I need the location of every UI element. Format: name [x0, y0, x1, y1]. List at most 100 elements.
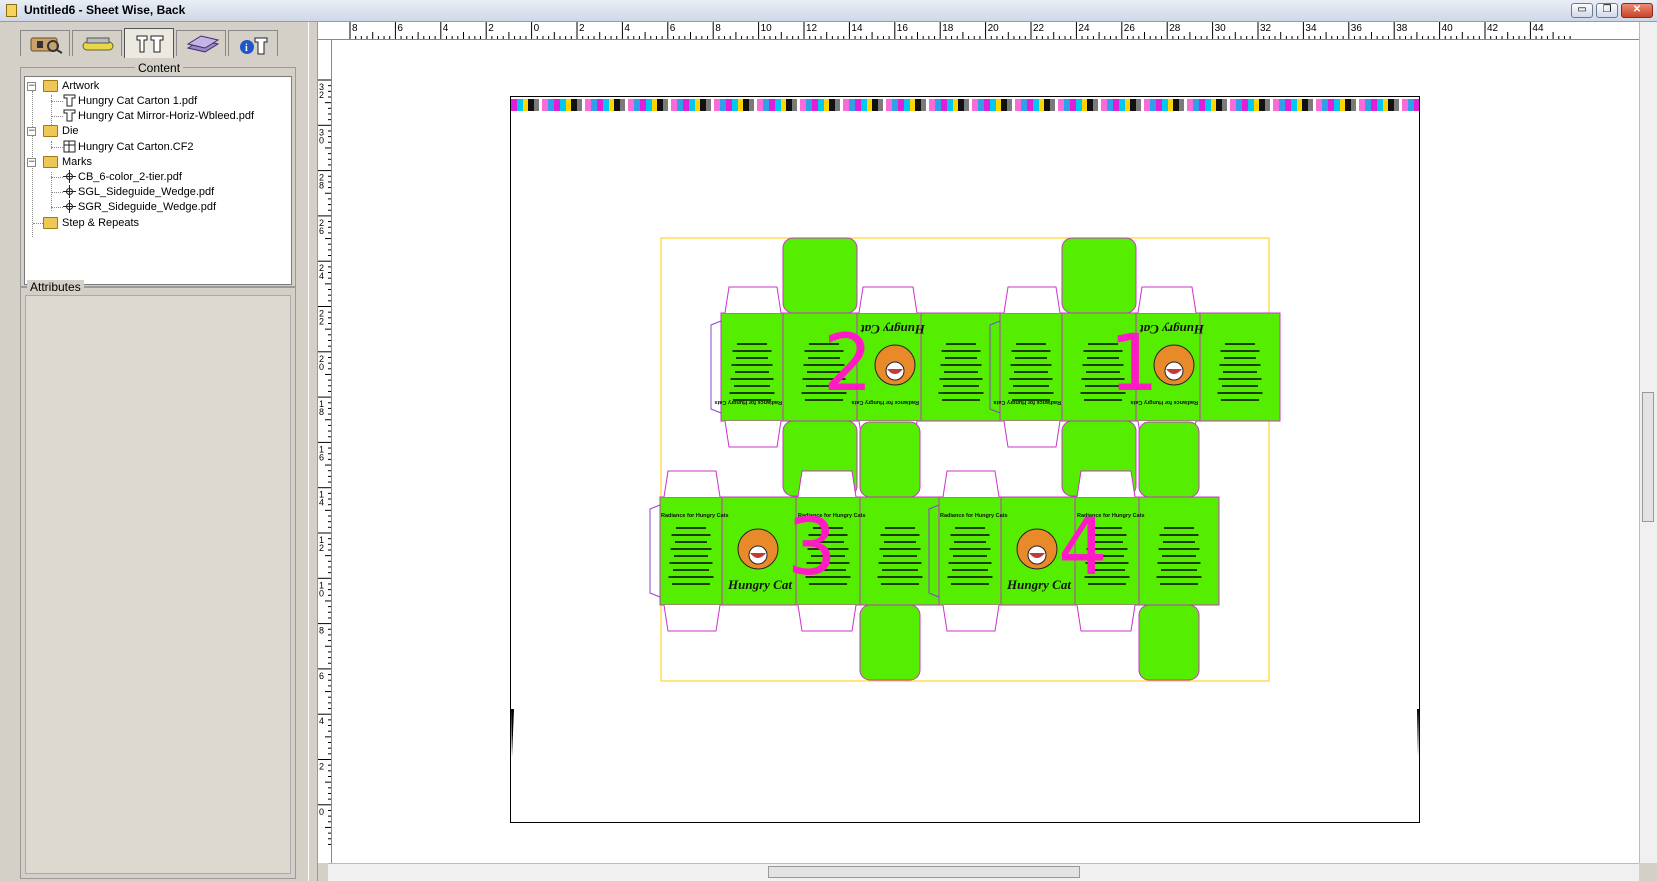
panel-copy-line [1162, 555, 1196, 557]
ruler-tick-label: 42 [1487, 23, 1499, 34]
ruler-tick-label: 32 [1260, 23, 1272, 34]
panel-copy-line [1160, 583, 1198, 585]
tree-item-label: Marks [62, 156, 92, 168]
panel-copy-line [733, 399, 771, 401]
ruler-tick-label: 16 [897, 23, 909, 34]
horizontal-ruler[interactable]: 8 6 4 2 0 2 4 6 8 10 12 14 16 18 20 22 24 26 28 30 32 34 36 38 4… [328, 22, 1639, 40]
horizontal-scroll-thumb[interactable] [768, 866, 1080, 878]
collapse-icon[interactable]: − [27, 127, 36, 136]
collapse-icon[interactable]: − [27, 158, 36, 167]
info-icon: i [240, 37, 268, 55]
tab-content[interactable] [124, 28, 174, 58]
vertical-ruler-ticks: 32302826242220181614121086420 [318, 79, 331, 845]
content-legend: Content [135, 61, 184, 75]
panel-copy-line [885, 527, 915, 529]
panel-copy-line [945, 357, 977, 359]
dust-flap [1076, 604, 1136, 632]
close-button[interactable]: ✕ [1621, 3, 1653, 18]
panel-copy-line [1220, 350, 1260, 352]
ruler-tick-label: 8 [319, 626, 324, 636]
ruler-tick-label: 24 [1078, 23, 1090, 34]
tuck-flap [859, 421, 921, 498]
horizontal-scrollbar[interactable] [328, 863, 1639, 881]
panel-copy-line [671, 534, 711, 536]
sheet-layers-icon [186, 35, 220, 53]
folder-icon [43, 217, 58, 229]
panel-splitter[interactable] [308, 22, 318, 881]
panel-copy-line [944, 371, 978, 373]
panel-copy-line [729, 392, 775, 394]
panel-copy-line [1016, 343, 1046, 345]
panel-copy-line [1158, 548, 1200, 550]
tree-item-label: Hungry Cat Carton.CF2 [78, 141, 194, 153]
minimize-icon: ▭ [1577, 4, 1587, 15]
dust-flap [1076, 470, 1136, 498]
ruler-tick-label: 8 [352, 23, 358, 34]
panel-copy-line [941, 350, 981, 352]
panel-copy-line [730, 378, 774, 380]
content-tree[interactable]: − Artwork Hungry Cat Carton 1.pdf Hungry… [24, 76, 292, 285]
canvas-area: 8 6 4 2 0 2 4 6 8 10 12 14 16 18 20 22 24 26 28 30 32 34 36 38 4… [308, 22, 1657, 881]
content-icon [136, 35, 164, 53]
panel-copy-line [1163, 541, 1195, 543]
panel-copy-line [952, 569, 988, 571]
panel-copy-line [1014, 371, 1048, 373]
panel-copy-line [939, 378, 983, 380]
collapse-icon[interactable]: − [27, 82, 36, 91]
panel-copy-line [947, 576, 993, 578]
tab-sheet-layers[interactable] [176, 30, 226, 56]
maximize-icon: ❐ [1602, 4, 1612, 15]
window-title: Untitled6 - Sheet Wise, Back [24, 3, 186, 17]
panel-copy-line [946, 343, 976, 345]
ruler-tick-label: 2 [319, 90, 324, 100]
ruler-tick-label: 26 [1124, 23, 1136, 34]
ruler-corner [318, 22, 328, 40]
panel-copy-line [735, 371, 769, 373]
ruler-tick-label: 36 [1351, 23, 1363, 34]
panel-copy-line [669, 562, 713, 564]
ruler-tick-label: 0 [319, 807, 324, 817]
ruler-tick-label: 10 [761, 23, 773, 34]
sideguide-left-mark[interactable] [511, 709, 514, 757]
minimize-button[interactable]: ▭ [1571, 3, 1593, 18]
folder-icon [43, 80, 58, 92]
ruler-tick-label: 2 [319, 543, 324, 553]
vertical-ruler[interactable]: 32302826242220181614121086420 [318, 40, 332, 863]
ruler-tick-label: 4 [319, 271, 324, 281]
mark-file-icon [63, 185, 76, 198]
panel-tabstrip: i [16, 28, 316, 58]
ruler-tick-label: 6 [670, 23, 676, 34]
brand-text: Hungry Cat [727, 577, 792, 592]
maximize-button[interactable]: ❐ [1596, 3, 1618, 18]
vertical-scroll-thumb[interactable] [1642, 392, 1654, 522]
position-number-1: 1 [1109, 319, 1159, 409]
artwork-file-icon [63, 94, 76, 107]
panel-heading: Radiance for Hungry Cats [940, 513, 1008, 519]
press-sheet[interactable]: Hungry Cat Radiance for Hungry Cats Radian… [510, 96, 1420, 823]
dust-flap [1003, 286, 1061, 314]
panel-copy-line [881, 583, 919, 585]
panel-copy-line [951, 583, 989, 585]
dust-flap [797, 604, 857, 632]
tree-connector [51, 116, 63, 117]
dust-flap [1003, 420, 1061, 448]
tab-info[interactable]: i [228, 30, 278, 56]
tab-job-info[interactable] [20, 30, 70, 56]
panel-copy-line [1015, 357, 1047, 359]
panel-copy-line [948, 562, 992, 564]
position-number-4: 4 [1058, 503, 1108, 593]
panel-copy-line [672, 583, 710, 585]
tree-connector [51, 95, 52, 127]
ruler-tick-label: 34 [1305, 23, 1317, 34]
panel-copy-line [1221, 399, 1259, 401]
sideguide-right-mark[interactable] [1417, 709, 1419, 757]
panel-copy-line [943, 385, 979, 387]
panel-copy-line [955, 527, 985, 529]
press-sheet-view[interactable]: Hungry Cat Radiance for Hungry Cats Radian… [332, 40, 1639, 863]
vertical-scrollbar[interactable] [1639, 22, 1657, 863]
ruler-tick-label: 6 [319, 226, 324, 236]
tab-press[interactable] [72, 30, 122, 56]
tuck-flap [782, 237, 858, 314]
panel-heading: Radiance for Hungry Cats [661, 513, 729, 519]
dust-flap [797, 470, 857, 498]
